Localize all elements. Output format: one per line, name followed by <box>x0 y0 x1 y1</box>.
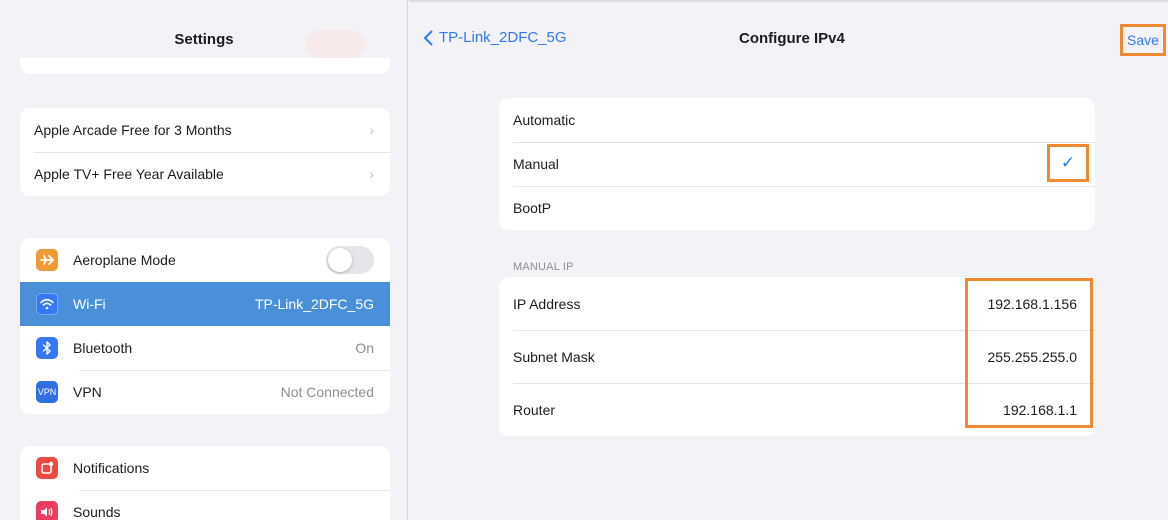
ip-address-field[interactable]: 192.168.1.156 <box>987 296 1077 312</box>
option-label: BootP <box>513 200 552 216</box>
promo-apple-tv[interactable]: Apple TV+ Free Year Available › <box>20 152 390 196</box>
manual-ip-group: IP Address 192.168.1.156 Subnet Mask 255… <box>499 277 1095 436</box>
sidebar-item-bluetooth[interactable]: Bluetooth On <box>20 326 390 370</box>
sidebar-item-vpn[interactable]: VPN VPN Not Connected <box>20 370 390 414</box>
field-label: Subnet Mask <box>513 348 595 365</box>
chevron-left-icon <box>424 30 433 45</box>
promo-apple-arcade[interactable]: Apple Arcade Free for 3 Months › <box>20 108 390 152</box>
configure-ipv4-pane: TP-Link_2DFC_5G Configure IPv4 Save Auto… <box>409 0 1168 520</box>
sidebar-item-wifi[interactable]: Wi-Fi TP-Link_2DFC_5G <box>20 282 390 326</box>
option-bootp[interactable]: BootP <box>499 186 1095 230</box>
field-label: Router <box>513 401 556 418</box>
sidebar-item-label: Aeroplane Mode <box>73 252 176 268</box>
settings-sidebar: Settings Apple Arcade Free for 3 Months … <box>0 0 408 520</box>
router-row[interactable]: Router 192.168.1.1 <box>499 383 1095 436</box>
chevron-right-icon: › <box>369 166 374 182</box>
vpn-icon: VPN <box>36 381 58 403</box>
manual-ip-section-label: MANUAL IP <box>513 261 574 273</box>
top-divider <box>409 0 1168 2</box>
row-divider <box>79 370 390 371</box>
wifi-network-value: TP-Link_2DFC_5G <box>254 296 374 312</box>
option-label: Automatic <box>513 112 576 128</box>
page-title: Configure IPv4 <box>739 30 845 47</box>
field-label: IP Address <box>513 295 581 312</box>
connectivity-group: Aeroplane Mode Wi-Fi TP-Link_2DFC_5G Blu… <box>20 238 390 414</box>
option-automatic[interactable]: Automatic <box>499 98 1095 142</box>
sidebar-item-label: Wi-Fi <box>73 296 106 312</box>
subnet-mask-field[interactable]: 255.255.255.0 <box>987 349 1077 365</box>
ip-address-row[interactable]: IP Address 192.168.1.156 <box>499 277 1095 330</box>
back-button-label: TP-Link_2DFC_5G <box>439 29 567 46</box>
promo-label: Apple Arcade Free for 3 Months <box>34 122 232 138</box>
sidebar-item-label: VPN <box>73 384 102 400</box>
sidebar-item-sounds[interactable]: Sounds <box>20 490 390 520</box>
ipv4-method-group: Automatic Manual ✓ BootP <box>499 98 1095 230</box>
router-field[interactable]: 192.168.1.1 <box>1003 402 1077 418</box>
sidebar-item-label: Sounds <box>73 504 121 520</box>
sounds-icon <box>36 501 58 520</box>
sidebar-item-notifications[interactable]: Notifications <box>20 446 390 490</box>
chevron-right-icon: › <box>369 122 374 138</box>
promo-label: Apple TV+ Free Year Available <box>34 166 224 182</box>
subnet-mask-row[interactable]: Subnet Mask 255.255.255.0 <box>499 330 1095 383</box>
notifications-icon <box>36 457 58 479</box>
system-group: Notifications Sounds <box>20 446 390 520</box>
sidebar-item-aeroplane-mode[interactable]: Aeroplane Mode <box>20 238 390 282</box>
sidebar-item-label: Notifications <box>73 460 150 476</box>
row-divider <box>79 490 390 491</box>
sidebar-item-label: Bluetooth <box>73 340 133 356</box>
back-button[interactable]: TP-Link_2DFC_5G <box>423 29 567 46</box>
sidebar-title-text: Settings <box>174 31 234 48</box>
promo-group: Apple Arcade Free for 3 Months › Apple T… <box>20 108 390 196</box>
sidebar-card-top-edge <box>20 58 390 74</box>
bluetooth-icon <box>36 337 58 359</box>
option-manual[interactable]: Manual ✓ <box>499 142 1095 186</box>
aeroplane-mode-toggle[interactable] <box>326 246 374 274</box>
save-button[interactable]: Save <box>1120 24 1166 56</box>
airplane-icon <box>36 249 58 271</box>
vpn-status-value: Not Connected <box>280 384 374 400</box>
option-label: Manual <box>513 156 559 172</box>
checkmark-icon: ✓ <box>1047 144 1089 182</box>
bluetooth-status-value: On <box>355 340 374 356</box>
wifi-icon <box>36 293 58 315</box>
